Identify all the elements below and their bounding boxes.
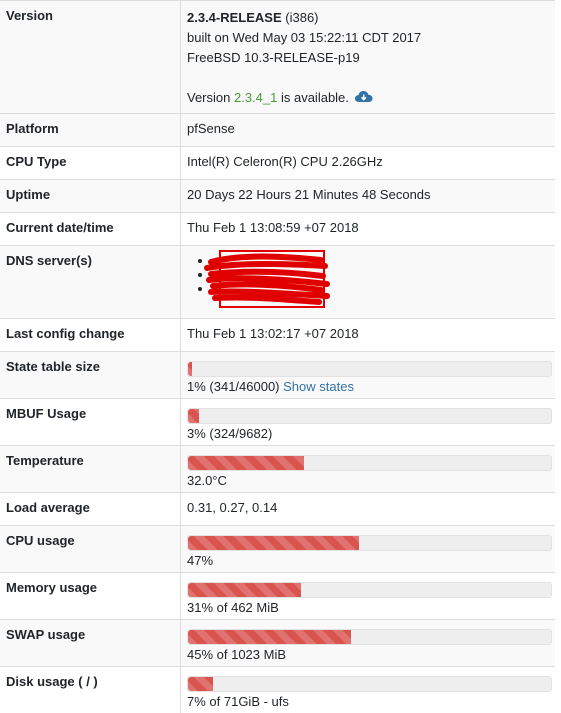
swap-text: 45% of 1023 MiB bbox=[187, 647, 287, 662]
disk-value: 7% of 71GiB - ufs bbox=[180, 666, 555, 713]
disk-progress-fill bbox=[188, 677, 214, 691]
temperature-label: Temperature bbox=[0, 445, 181, 493]
row-state-table: State table size 1% (341/46000) Show sta… bbox=[0, 351, 555, 399]
cloud-download-icon[interactable] bbox=[354, 90, 373, 104]
system-information-table: Version 2.3.4-RELEASE (i386) built on We… bbox=[0, 0, 555, 713]
update-suffix: is available. bbox=[277, 90, 349, 105]
cpu-type-value: Intel(R) Celeron(R) CPU 2.26GHz bbox=[180, 146, 555, 180]
last-config-value: Thu Feb 1 13:02:17 +07 2018 bbox=[180, 318, 555, 352]
temperature-progress-fill bbox=[188, 456, 305, 470]
version-release: 2.3.4-RELEASE bbox=[187, 10, 282, 25]
row-platform: Platform pfSense bbox=[0, 113, 555, 147]
version-value: 2.3.4-RELEASE (i386) built on Wed May 03… bbox=[180, 0, 555, 114]
platform-value: pfSense bbox=[180, 113, 555, 147]
version-built-on: built on Wed May 03 15:22:11 CDT 2017 bbox=[187, 30, 422, 45]
row-load-average: Load average 0.31, 0.27, 0.14 bbox=[0, 492, 555, 526]
row-uptime: Uptime 20 Days 22 Hours 21 Minutes 48 Se… bbox=[0, 179, 555, 213]
swap-progress-fill bbox=[188, 630, 352, 644]
mbuf-label: MBUF Usage bbox=[0, 398, 181, 446]
mbuf-progress-fill bbox=[188, 409, 199, 423]
mbuf-value: 3% (324/9682) bbox=[180, 398, 555, 446]
update-version-link[interactable]: 2.3.4_1 bbox=[234, 90, 277, 105]
cpu-usage-label: CPU usage bbox=[0, 525, 181, 573]
memory-text: 31% of 462 MiB bbox=[187, 600, 279, 615]
row-last-config-change: Last config change Thu Feb 1 13:02:17 +0… bbox=[0, 318, 555, 352]
row-cpu-type: CPU Type Intel(R) Celeron(R) CPU 2.26GHz bbox=[0, 146, 555, 180]
row-current-datetime: Current date/time Thu Feb 1 13:08:59 +07… bbox=[0, 212, 555, 246]
temperature-progress bbox=[187, 455, 552, 471]
mbuf-progress bbox=[187, 408, 552, 424]
row-dns-servers: DNS server(s) bbox=[0, 245, 555, 319]
state-table-progress bbox=[187, 361, 552, 377]
swap-label: SWAP usage bbox=[0, 619, 181, 667]
temperature-text: 32.0°C bbox=[187, 473, 227, 488]
state-table-label: State table size bbox=[0, 351, 181, 399]
swap-value: 45% of 1023 MiB bbox=[180, 619, 555, 667]
memory-label: Memory usage bbox=[0, 572, 181, 620]
load-average-value: 0.31, 0.27, 0.14 bbox=[180, 492, 555, 526]
version-base: FreeBSD 10.3-RELEASE-p19 bbox=[187, 50, 360, 65]
row-temperature: Temperature 32.0°C bbox=[0, 445, 555, 493]
redaction-scribble bbox=[204, 253, 330, 305]
update-available: Version 2.3.4_1 is available. bbox=[187, 88, 549, 108]
row-mbuf-usage: MBUF Usage 3% (324/9682) bbox=[0, 398, 555, 446]
cpu-usage-value: 47% bbox=[180, 525, 555, 573]
disk-label: Disk usage ( / ) bbox=[0, 666, 181, 713]
datetime-label: Current date/time bbox=[0, 212, 181, 246]
disk-progress bbox=[187, 676, 552, 692]
swap-progress bbox=[187, 629, 552, 645]
memory-progress-fill bbox=[188, 583, 301, 597]
version-label: Version bbox=[0, 0, 181, 114]
load-average-label: Load average bbox=[0, 492, 181, 526]
cpu-type-label: CPU Type bbox=[0, 146, 181, 180]
row-swap-usage: SWAP usage 45% of 1023 MiB bbox=[0, 619, 555, 667]
row-version: Version 2.3.4-RELEASE (i386) built on We… bbox=[0, 0, 555, 114]
last-config-label: Last config change bbox=[0, 318, 181, 352]
state-table-text: 1% (341/46000) bbox=[187, 379, 284, 394]
memory-progress bbox=[187, 582, 552, 598]
row-disk-usage: Disk usage ( / ) 7% of 71GiB - ufs bbox=[0, 666, 555, 713]
temperature-value: 32.0°C bbox=[180, 445, 555, 493]
memory-value: 31% of 462 MiB bbox=[180, 572, 555, 620]
cpu-usage-progress-fill bbox=[188, 536, 359, 550]
uptime-label: Uptime bbox=[0, 179, 181, 213]
version-arch: (i386) bbox=[281, 10, 319, 25]
cpu-usage-progress bbox=[187, 535, 552, 551]
datetime-value: Thu Feb 1 13:08:59 +07 2018 bbox=[180, 212, 555, 246]
row-memory-usage: Memory usage 31% of 462 MiB bbox=[0, 572, 555, 620]
uptime-value: 20 Days 22 Hours 21 Minutes 48 Seconds bbox=[180, 179, 555, 213]
disk-text: 7% of 71GiB - ufs bbox=[187, 694, 289, 709]
update-prefix: Version bbox=[187, 90, 234, 105]
cpu-usage-text: 47% bbox=[187, 553, 214, 568]
state-table-value: 1% (341/46000) Show states bbox=[180, 351, 555, 399]
row-cpu-usage: CPU usage 47% bbox=[0, 525, 555, 573]
dns-value bbox=[180, 245, 555, 319]
mbuf-text: 3% (324/9682) bbox=[187, 426, 273, 441]
state-table-progress-fill bbox=[188, 362, 192, 376]
show-states-link[interactable]: Show states bbox=[283, 379, 354, 394]
dns-label: DNS server(s) bbox=[0, 245, 181, 319]
platform-label: Platform bbox=[0, 113, 181, 147]
